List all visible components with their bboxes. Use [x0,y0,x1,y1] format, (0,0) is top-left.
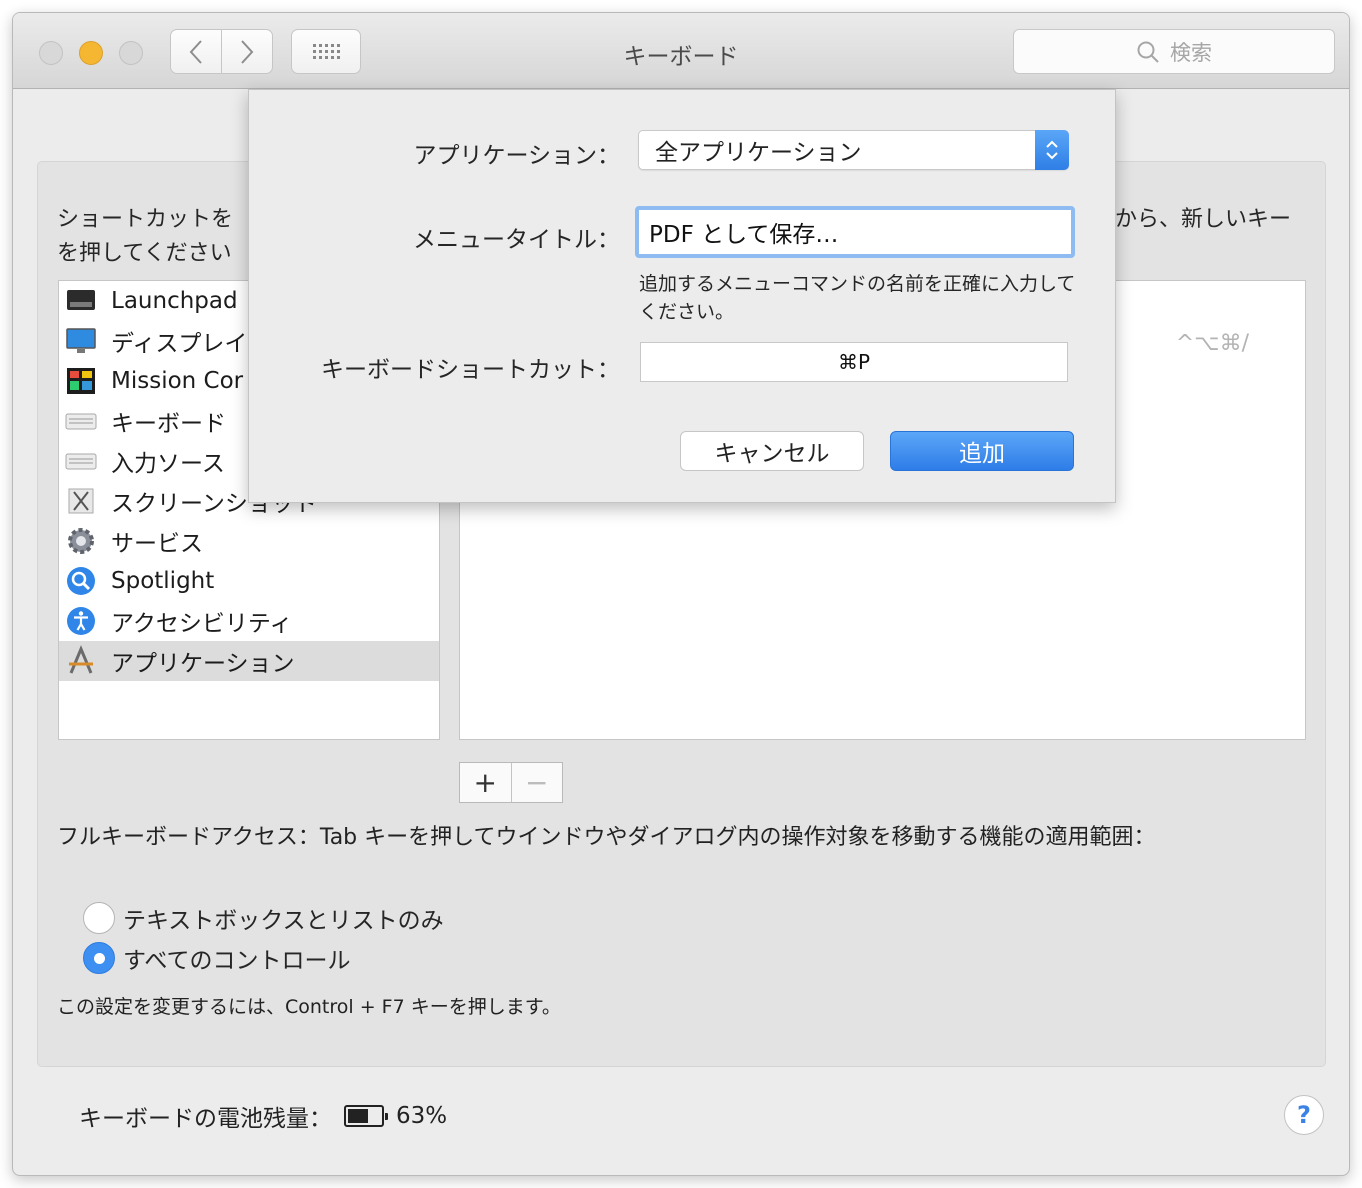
gear-icon [65,525,97,557]
application-popup[interactable]: 全アプリケーション [638,130,1069,170]
full-keyboard-access-label: フルキーボードアクセス：Tab キーを押してウインドウやダイアログ内の操作対象を… [57,825,1156,850]
list-item-applications[interactable]: アプリケーション [59,641,439,681]
search-placeholder: 検索 [1170,40,1212,65]
list-item-label: ディスプレイ [111,331,248,357]
battery-icon [344,1105,388,1127]
popup-arrows-icon [1035,130,1069,170]
search-icon [1137,41,1159,63]
screenshot-icon [65,485,97,517]
accessibility-icon [65,605,97,637]
radio-all-controls[interactable]: すべてのコントロール [83,941,350,975]
list-item-spotlight[interactable]: Spotlight [59,561,439,601]
display-icon [65,325,97,357]
app-store-icon [65,645,97,677]
list-item-label: Mission Cor [111,368,244,394]
shortcut-key-text: ^⌥⌘/ [1175,331,1249,356]
cancel-button[interactable]: キャンセル [680,431,864,471]
add-button[interactable]: 追加 [890,431,1074,471]
add-remove-control: + − [459,762,563,803]
help-button[interactable]: ? [1284,1095,1324,1135]
radio-button[interactable] [83,902,115,934]
application-label: アプリケーション： [413,143,620,169]
radio-button-selected[interactable] [83,942,115,974]
instruction-text-right: から、新しいキー [1115,207,1292,232]
battery-status: キーボードの電池残量： 63% [79,1099,447,1133]
list-item-label: 入力ソース [111,451,225,477]
list-item-services[interactable]: サービス [59,521,439,561]
list-item-label: アクセシビリティ [111,611,293,637]
change-setting-hint: この設定を変更するには、Control + F7 キーを押します。 [57,996,561,1018]
keyboard-icon [65,405,97,437]
menu-title-input[interactable]: PDF として保存… [635,206,1075,258]
mission-control-icon [65,365,97,397]
list-item-label: アプリケーション [111,651,295,677]
radio-text-boxes-lists[interactable]: テキストボックスとリストのみ [83,901,444,935]
search-field[interactable]: 検索 [1013,29,1335,74]
list-item-label: Spotlight [111,568,215,594]
add-shortcut-sheet: アプリケーション： 全アプリケーション メニュータイトル： PDF として保存…… [248,89,1116,503]
launchpad-icon [65,285,97,317]
title-bar: キーボード 検索 [13,13,1349,89]
radio-label: テキストボックスとリストのみ [123,908,444,934]
list-item-label: Launchpad [111,288,238,314]
input-source-icon [65,445,97,477]
radio-label: すべてのコントロール [123,948,351,974]
spotlight-icon [65,565,97,597]
shortcut-label: キーボードショートカット： [321,357,620,383]
application-value: 全アプリケーション [655,140,862,166]
battery-level-fill [348,1109,369,1123]
list-item-label: キーボード [111,411,226,437]
battery-label: キーボードの電池残量： [79,1106,332,1132]
list-item-label: サービス [111,531,203,557]
add-shortcut-button[interactable]: + [460,763,511,802]
battery-percent: 63% [396,1103,448,1129]
menu-title-hint: 追加するメニューコマンドの名前を正確に入力してください。 [639,273,1076,323]
menu-title-label: メニュータイトル： [413,227,620,253]
shortcut-recorder-field[interactable]: ⌘P [640,342,1068,382]
remove-shortcut-button[interactable]: − [510,763,563,802]
list-item-accessibility[interactable]: アクセシビリティ [59,601,439,641]
